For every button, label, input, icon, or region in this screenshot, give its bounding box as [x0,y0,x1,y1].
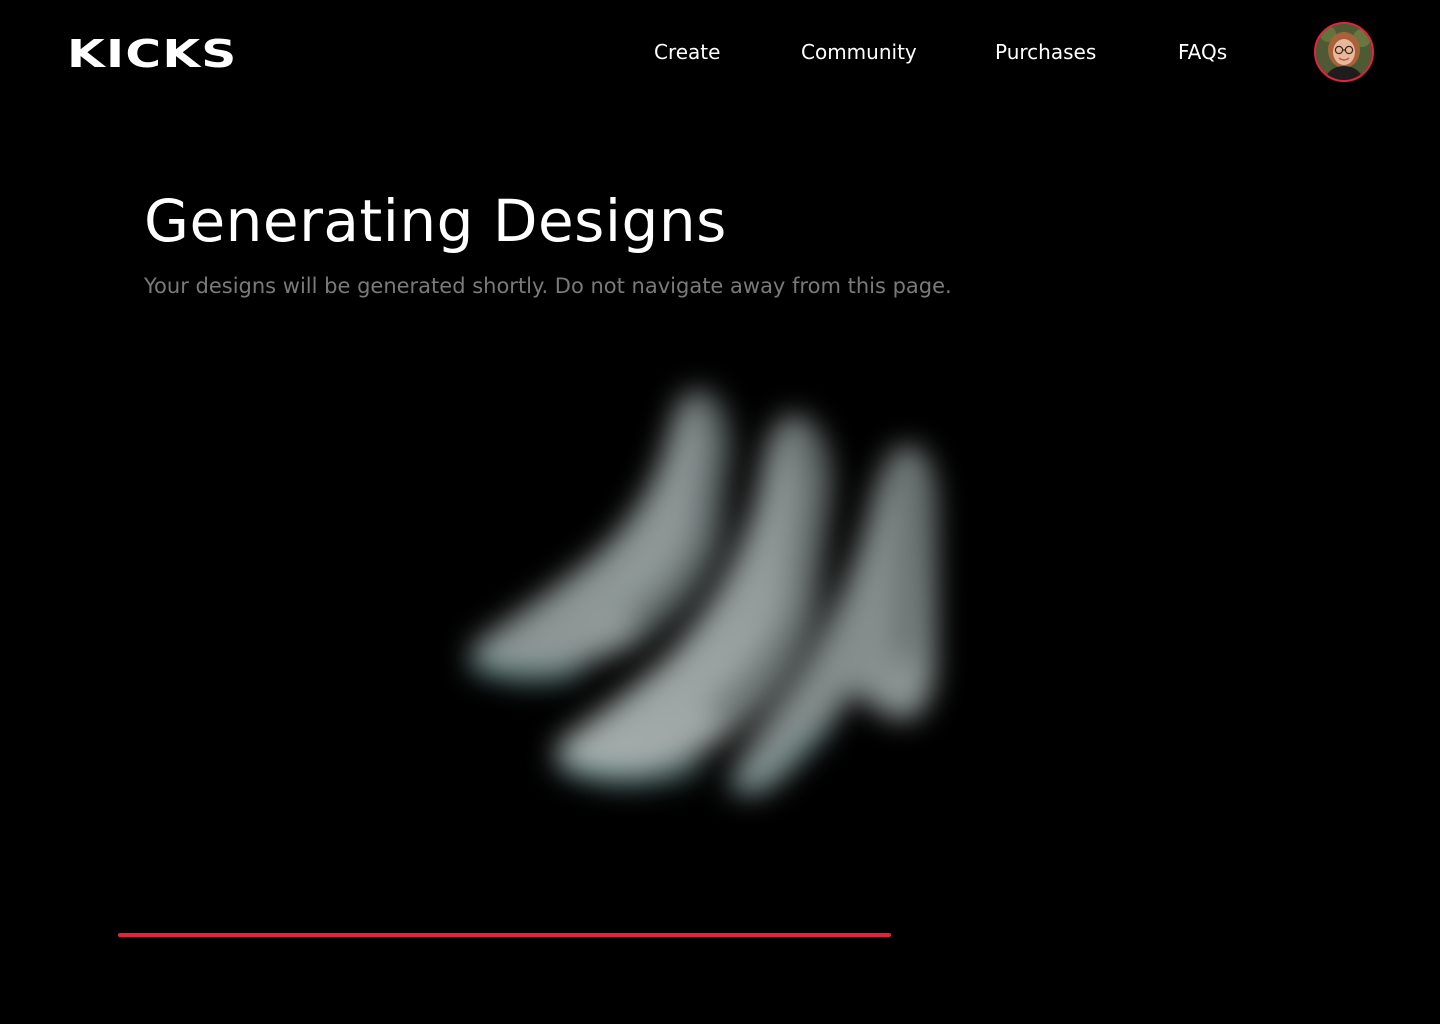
page-title: Generating Designs [144,187,727,255]
nav-create[interactable]: Create [654,38,720,66]
progress-bar-fill [118,933,891,937]
top-nav: Create Community Purchases FAQs [0,38,1440,68]
avatar-portrait-icon [1316,24,1372,80]
sneaker-silhouette-icon [466,388,935,795]
generation-progress-bar [118,933,1322,937]
nav-faqs[interactable]: FAQs [1178,38,1227,66]
page-subtitle: Your designs will be generated shortly. … [144,274,952,298]
generating-designs-page: KICKS Create Community Purchases FAQs Ge… [0,0,1440,1024]
user-avatar[interactable] [1314,22,1374,82]
nav-purchases[interactable]: Purchases [995,38,1096,66]
sneaker-preview-image [400,340,1000,860]
nav-community[interactable]: Community [801,38,917,66]
